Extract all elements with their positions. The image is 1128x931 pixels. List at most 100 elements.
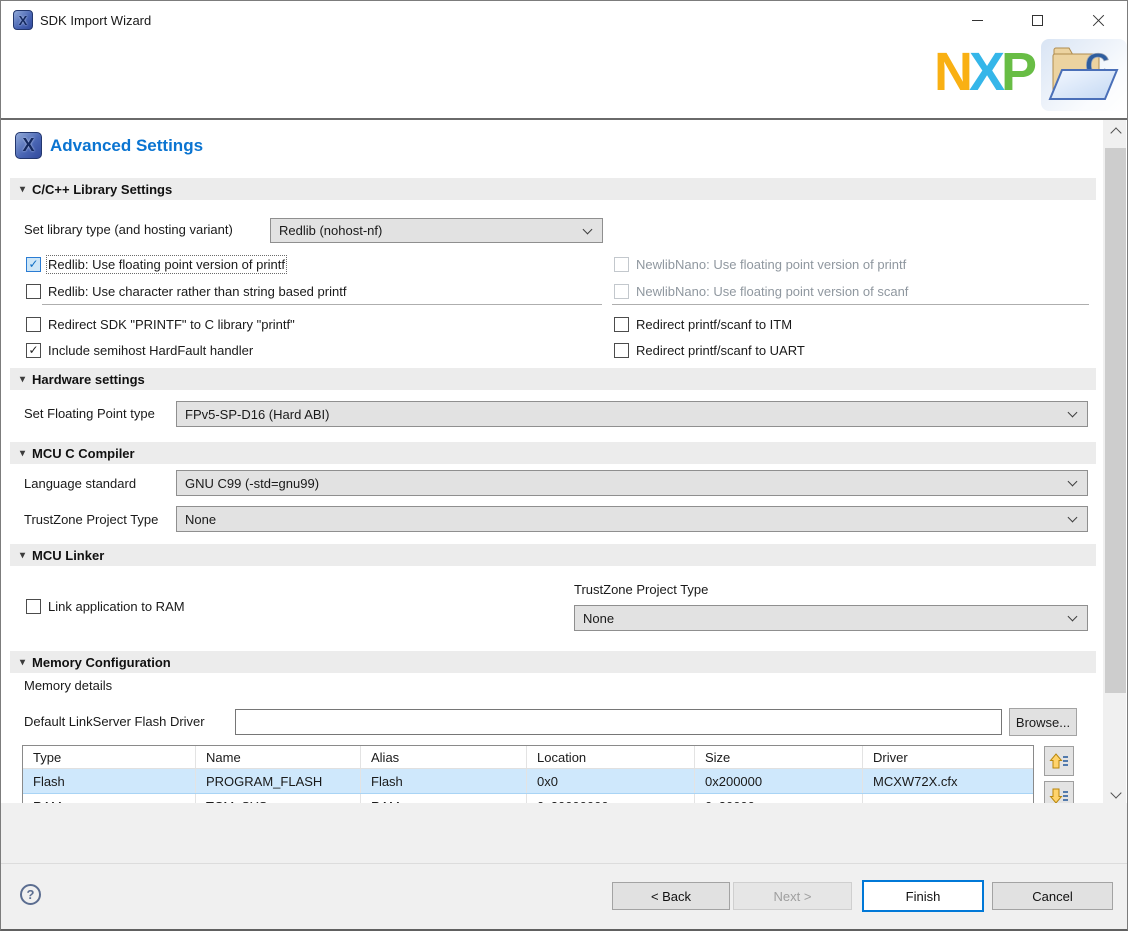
section-mcu-c-compiler[interactable]: ▾ MCU C Compiler bbox=[10, 442, 1096, 464]
cell-alias: Flash bbox=[361, 769, 527, 793]
checkbox-newlibnano-scanf: ✓ NewlibNano: Use floating point version… bbox=[614, 283, 908, 300]
next-button-label: Next > bbox=[774, 889, 812, 904]
checkbox-redlib-float-printf[interactable]: ✓ Redlib: Use floating point version of … bbox=[26, 256, 285, 273]
column-header-alias[interactable]: Alias bbox=[361, 746, 527, 768]
scrollbar-thumb[interactable] bbox=[1105, 148, 1126, 693]
column-header-driver[interactable]: Driver bbox=[863, 746, 1033, 768]
checkbox-label: Redirect printf/scanf to UART bbox=[636, 343, 805, 358]
checkbox-box: ✓ bbox=[26, 343, 41, 358]
checkbox-label: Link application to RAM bbox=[48, 599, 185, 614]
checkbox-box: ✓ bbox=[614, 317, 629, 332]
minimize-button[interactable] bbox=[954, 2, 1000, 38]
section-label: C/C++ Library Settings bbox=[32, 182, 172, 197]
section-hardware-settings[interactable]: ▾ Hardware settings bbox=[10, 368, 1096, 390]
table-row-flash[interactable]: Flash PROGRAM_FLASH Flash 0x0 0x200000 M… bbox=[23, 769, 1033, 794]
move-up-icon bbox=[1049, 751, 1069, 771]
language-standard-value: GNU C99 (-std=gnu99) bbox=[177, 476, 1069, 491]
next-button: Next > bbox=[733, 882, 852, 910]
checkbox-box: ✓ bbox=[614, 257, 629, 272]
maximize-icon bbox=[1032, 15, 1043, 26]
cell-size: 0x200000 bbox=[695, 769, 863, 793]
section-label: MCU Linker bbox=[32, 548, 104, 563]
collapse-triangle-icon: ▾ bbox=[20, 184, 25, 195]
cell-location: 0x0 bbox=[527, 769, 695, 793]
checkbox-box: ✓ bbox=[26, 317, 41, 332]
checkbox-box: ✓ bbox=[614, 284, 629, 299]
compiler-trustzone-select[interactable]: None bbox=[176, 506, 1088, 532]
finish-button[interactable]: Finish bbox=[862, 880, 984, 912]
browse-button-label: Browse... bbox=[1016, 715, 1070, 730]
nxp-letter-n: N bbox=[934, 45, 969, 99]
language-standard-label: Language standard bbox=[24, 476, 136, 492]
compiler-trustzone-label: TrustZone Project Type bbox=[24, 512, 158, 528]
browse-button[interactable]: Browse... bbox=[1009, 708, 1077, 736]
floating-point-label: Set Floating Point type bbox=[24, 406, 155, 422]
checkbox-label: Redirect printf/scanf to ITM bbox=[636, 317, 792, 332]
checkbox-redirect-sdk-printf[interactable]: ✓ Redirect SDK "PRINTF" to C library "pr… bbox=[26, 316, 295, 333]
checkbox-box: ✓ bbox=[26, 257, 41, 272]
title-bar[interactable]: X SDK Import Wizard bbox=[1, 1, 1127, 41]
check-icon: ✓ bbox=[28, 344, 38, 356]
separator bbox=[612, 304, 1089, 305]
library-type-label: Set library type (and hosting variant) bbox=[24, 222, 233, 238]
cell-type: Flash bbox=[23, 769, 196, 793]
section-label: Memory Configuration bbox=[32, 655, 171, 670]
flash-driver-input[interactable] bbox=[235, 709, 1002, 735]
memory-table-header[interactable]: Type Name Alias Location Size Driver bbox=[23, 746, 1033, 769]
separator bbox=[42, 304, 602, 305]
help-icon: ? bbox=[27, 887, 35, 902]
checkbox-link-application-to-ram[interactable]: ✓ Link application to RAM bbox=[26, 598, 185, 615]
column-header-location[interactable]: Location bbox=[527, 746, 695, 768]
checkbox-redirect-uart[interactable]: ✓ Redirect printf/scanf to UART bbox=[614, 342, 805, 359]
library-type-value: Redlib (nohost-nf) bbox=[271, 223, 584, 238]
checkbox-label: Redlib: Use floating point version of pr… bbox=[48, 257, 285, 272]
cell-name: PROGRAM_FLASH bbox=[196, 769, 361, 793]
chevron-down-icon bbox=[1068, 612, 1078, 622]
memory-table: Type Name Alias Location Size Driver Fla… bbox=[22, 745, 1034, 806]
flash-driver-label: Default LinkServer Flash Driver bbox=[24, 714, 205, 730]
section-library-settings[interactable]: ▾ C/C++ Library Settings bbox=[10, 178, 1096, 200]
scroll-up-button[interactable] bbox=[1103, 120, 1126, 142]
window-title: SDK Import Wizard bbox=[40, 13, 151, 28]
checkbox-redirect-itm[interactable]: ✓ Redirect printf/scanf to ITM bbox=[614, 316, 792, 333]
checkbox-semihost-hardfault[interactable]: ✓ Include semihost HardFault handler bbox=[26, 342, 253, 359]
chevron-down-icon bbox=[1068, 408, 1078, 418]
checkbox-box: ✓ bbox=[26, 284, 41, 299]
chevron-down-icon bbox=[1068, 477, 1078, 487]
close-button[interactable] bbox=[1075, 2, 1121, 38]
help-button[interactable]: ? bbox=[20, 884, 41, 905]
section-label: Hardware settings bbox=[32, 372, 145, 387]
checkbox-label: NewlibNano: Use floating point version o… bbox=[636, 284, 908, 299]
checkbox-box: ✓ bbox=[614, 343, 629, 358]
section-memory-configuration[interactable]: ▾ Memory Configuration bbox=[10, 651, 1096, 673]
check-icon: ✓ bbox=[28, 258, 38, 270]
finish-button-label: Finish bbox=[906, 889, 941, 904]
back-button[interactable]: < Back bbox=[612, 882, 730, 910]
language-standard-select[interactable]: GNU C99 (-std=gnu99) bbox=[176, 470, 1088, 496]
compiler-trustzone-value: None bbox=[177, 512, 1069, 527]
linker-trustzone-label: TrustZone Project Type bbox=[574, 582, 708, 598]
chevron-down-icon bbox=[1110, 787, 1121, 798]
page-title: Advanced Settings bbox=[50, 136, 203, 156]
close-icon bbox=[1092, 14, 1105, 27]
collapse-triangle-icon: ▾ bbox=[20, 374, 25, 385]
cancel-button[interactable]: Cancel bbox=[992, 882, 1113, 910]
maximize-button[interactable] bbox=[1014, 2, 1060, 38]
mcuxpresso-app-icon: X bbox=[13, 10, 33, 30]
vertical-scrollbar[interactable] bbox=[1103, 120, 1126, 806]
back-button-label: < Back bbox=[651, 889, 691, 904]
cell-driver: MCXW72X.cfx bbox=[863, 769, 1033, 793]
linker-trustzone-select[interactable]: None bbox=[574, 605, 1088, 631]
checkbox-label: Redlib: Use character rather than string… bbox=[48, 284, 346, 299]
c-project-folder-icon: C bbox=[1047, 43, 1121, 105]
chevron-down-icon bbox=[583, 224, 593, 234]
column-header-type[interactable]: Type bbox=[23, 746, 196, 768]
section-mcu-linker[interactable]: ▾ MCU Linker bbox=[10, 544, 1096, 566]
floating-point-select[interactable]: FPv5-SP-D16 (Hard ABI) bbox=[176, 401, 1088, 427]
library-type-select[interactable]: Redlib (nohost-nf) bbox=[270, 218, 603, 243]
move-up-button[interactable] bbox=[1044, 746, 1074, 776]
checkbox-redlib-char-printf[interactable]: ✓ Redlib: Use character rather than stri… bbox=[26, 283, 346, 300]
advanced-settings-icon: X bbox=[15, 132, 42, 159]
column-header-size[interactable]: Size bbox=[695, 746, 863, 768]
column-header-name[interactable]: Name bbox=[196, 746, 361, 768]
